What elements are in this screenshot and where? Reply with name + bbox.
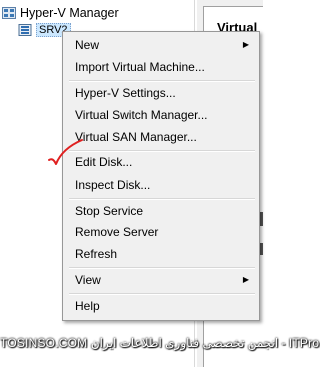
menu-item-help[interactable]: Help	[75, 296, 255, 316]
menu-item-label: Import Virtual Machine...	[75, 60, 205, 74]
submenu-arrow-icon: ▶	[242, 40, 249, 49]
menu-item-view[interactable]: View ▶	[75, 270, 255, 290]
menu-separator	[69, 80, 255, 82]
menu-separator	[69, 198, 255, 200]
menu-item-new[interactable]: New ▶	[75, 35, 255, 55]
menu-item-label: New	[75, 38, 100, 52]
menu-item-import-virtual-machine[interactable]: Import Virtual Machine...	[75, 57, 255, 77]
menu-item-label: Virtual Switch Manager...	[75, 108, 208, 122]
tree-root-label: Hyper-V Manager	[20, 6, 119, 20]
hyperv-manager-icon	[2, 7, 16, 19]
menu-item-inspect-disk[interactable]: Inspect Disk...	[75, 175, 255, 195]
menu-item-virtual-switch-manager[interactable]: Virtual Switch Manager...	[75, 105, 255, 125]
menu-item-label: Inspect Disk...	[75, 178, 151, 192]
menu-item-stop-service[interactable]: Stop Service	[75, 201, 255, 221]
tree-item-hyperv-manager[interactable]: Hyper-V Manager	[2, 5, 119, 21]
menu-item-label: Help	[75, 299, 100, 313]
menu-item-label: View	[75, 273, 101, 287]
menu-item-edit-disk[interactable]: Edit Disk...	[75, 152, 255, 172]
context-menu: New ▶ Import Virtual Machine... Hyper-V …	[62, 31, 260, 321]
menu-gutter	[63, 32, 69, 320]
menu-item-label: Hyper-V Settings...	[75, 86, 176, 100]
submenu-arrow-icon: ▶	[242, 275, 249, 284]
menu-separator	[69, 267, 255, 269]
menu-item-hyperv-settings[interactable]: Hyper-V Settings...	[75, 83, 255, 103]
menu-item-label: Refresh	[75, 247, 118, 261]
menu-item-label: Remove Server	[75, 225, 159, 239]
red-checkmark-icon	[48, 139, 83, 165]
menu-item-virtual-san-manager[interactable]: Virtual SAN Manager...	[75, 127, 255, 147]
menu-separator	[69, 293, 255, 295]
menu-item-label: Stop Service	[75, 204, 144, 218]
server-icon	[18, 24, 32, 36]
watermark-text: TOSINSO.COM انجمن تخصصی فناوری اطلاعات ا…	[0, 336, 320, 350]
menu-item-remove-server[interactable]: Remove Server	[75, 222, 255, 242]
menu-item-label: Virtual SAN Manager...	[75, 130, 197, 144]
menu-item-refresh[interactable]: Refresh	[75, 244, 255, 264]
